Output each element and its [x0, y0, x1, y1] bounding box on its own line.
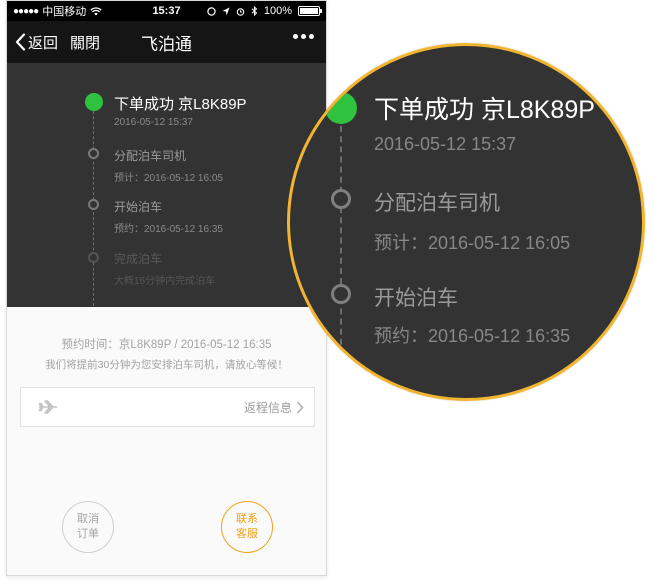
timeline-step-title: 下单成功 京L8K89P: [114, 96, 247, 113]
timeline-step-time: 预约：2016-05-12 16:35: [114, 224, 223, 235]
back-label: 返回: [28, 34, 59, 52]
timeline-dot-pending: [88, 199, 99, 210]
magnifier-callout: 下单成功 京L8K89P 2016-05-12 15:37 分配泊车司机 预计：…: [287, 43, 645, 401]
carrier-label: 中国移动: [42, 6, 87, 18]
order-info: 预约时间：京L8K89P / 2016-05-12 16:35 我们将提前30分…: [7, 307, 326, 575]
phone-screen: ●●●●● 中国移动 15:37 100% 返回 關閉 飞泊通 下单成功 京L8…: [6, 0, 327, 576]
more-icon[interactable]: [293, 34, 314, 39]
bluetooth-icon: [251, 6, 258, 16]
battery-percent: 100%: [263, 5, 293, 17]
alarm-icon: [207, 6, 216, 16]
timeline-step-title: 开始泊车: [114, 200, 163, 214]
magnified-step-time: 预计：2016-05-12 16:05: [374, 233, 571, 253]
magnified-dot-pending: [331, 189, 351, 209]
timeline-step-time: 大概15分钟内完成泊车: [114, 276, 216, 287]
reservation-text: 预约时间：京L8K89P / 2016-05-12 16:35: [61, 339, 272, 351]
return-info-row[interactable]: 返程信息: [20, 387, 315, 427]
contact-service-label-2: 客服: [236, 528, 258, 540]
timeline-step-title: 分配泊车司机: [114, 149, 187, 163]
timeline-dot-done: [85, 93, 103, 111]
airplane-icon: [38, 400, 57, 414]
location-icon: [222, 7, 230, 15]
status-time: 15:37: [152, 5, 181, 17]
magnified-step-time: 2016-05-12 15:37: [374, 134, 517, 154]
back-button[interactable]: 返回: [7, 32, 58, 53]
return-info-label: 返程信息: [243, 400, 292, 415]
timeline-step-title: 完成泊车: [114, 252, 163, 266]
magnified-step-title: 开始泊车: [374, 287, 458, 310]
magnified-step-title: 下单成功 京L8K89P: [374, 96, 595, 124]
wifi-icon: [90, 6, 102, 15]
battery-fill: [300, 8, 319, 14]
status-bar: ●●●●● 中国移动 15:37 100%: [7, 1, 326, 21]
signal-icon: ●●●●●: [13, 5, 39, 17]
timeline-dot-future: [88, 252, 99, 263]
battery-icon: [298, 6, 323, 16]
chevron-right-icon: [296, 401, 304, 413]
contact-service-label-1: 联系: [236, 513, 258, 525]
close-button[interactable]: 關閉: [70, 32, 100, 53]
magnified-step-title: 分配泊车司机: [374, 192, 500, 215]
notice-text: 我们将提前30分钟为您安排泊车司机，请放心等候！: [45, 359, 288, 371]
alarm-clock-icon: [236, 7, 245, 16]
timeline-step-time: 2016-05-12 15:37: [114, 117, 193, 128]
cancel-order-label-2: 订单: [77, 528, 99, 540]
magnified-dot-done: [325, 92, 357, 124]
timeline-step-time: 预计：2016-05-12 16:05: [114, 173, 223, 184]
chevron-left-icon: [15, 33, 26, 51]
order-timeline: 下单成功 京L8K89P 2016-05-12 15:37 分配泊车司机 预计：…: [7, 63, 326, 307]
magnified-timeline-connector: [340, 116, 342, 398]
cancel-order-label-1: 取消: [77, 513, 99, 525]
nav-bar: 返回 關閉 飞泊通: [7, 21, 326, 63]
timeline-dot-pending: [88, 148, 99, 159]
magnified-dot-pending: [331, 284, 351, 304]
cancel-order-button[interactable]: 取消 订单: [62, 501, 114, 553]
contact-service-button[interactable]: 联系 客服: [221, 501, 273, 553]
magnified-step-time: 预约：2016-05-12 16:35: [374, 326, 571, 346]
